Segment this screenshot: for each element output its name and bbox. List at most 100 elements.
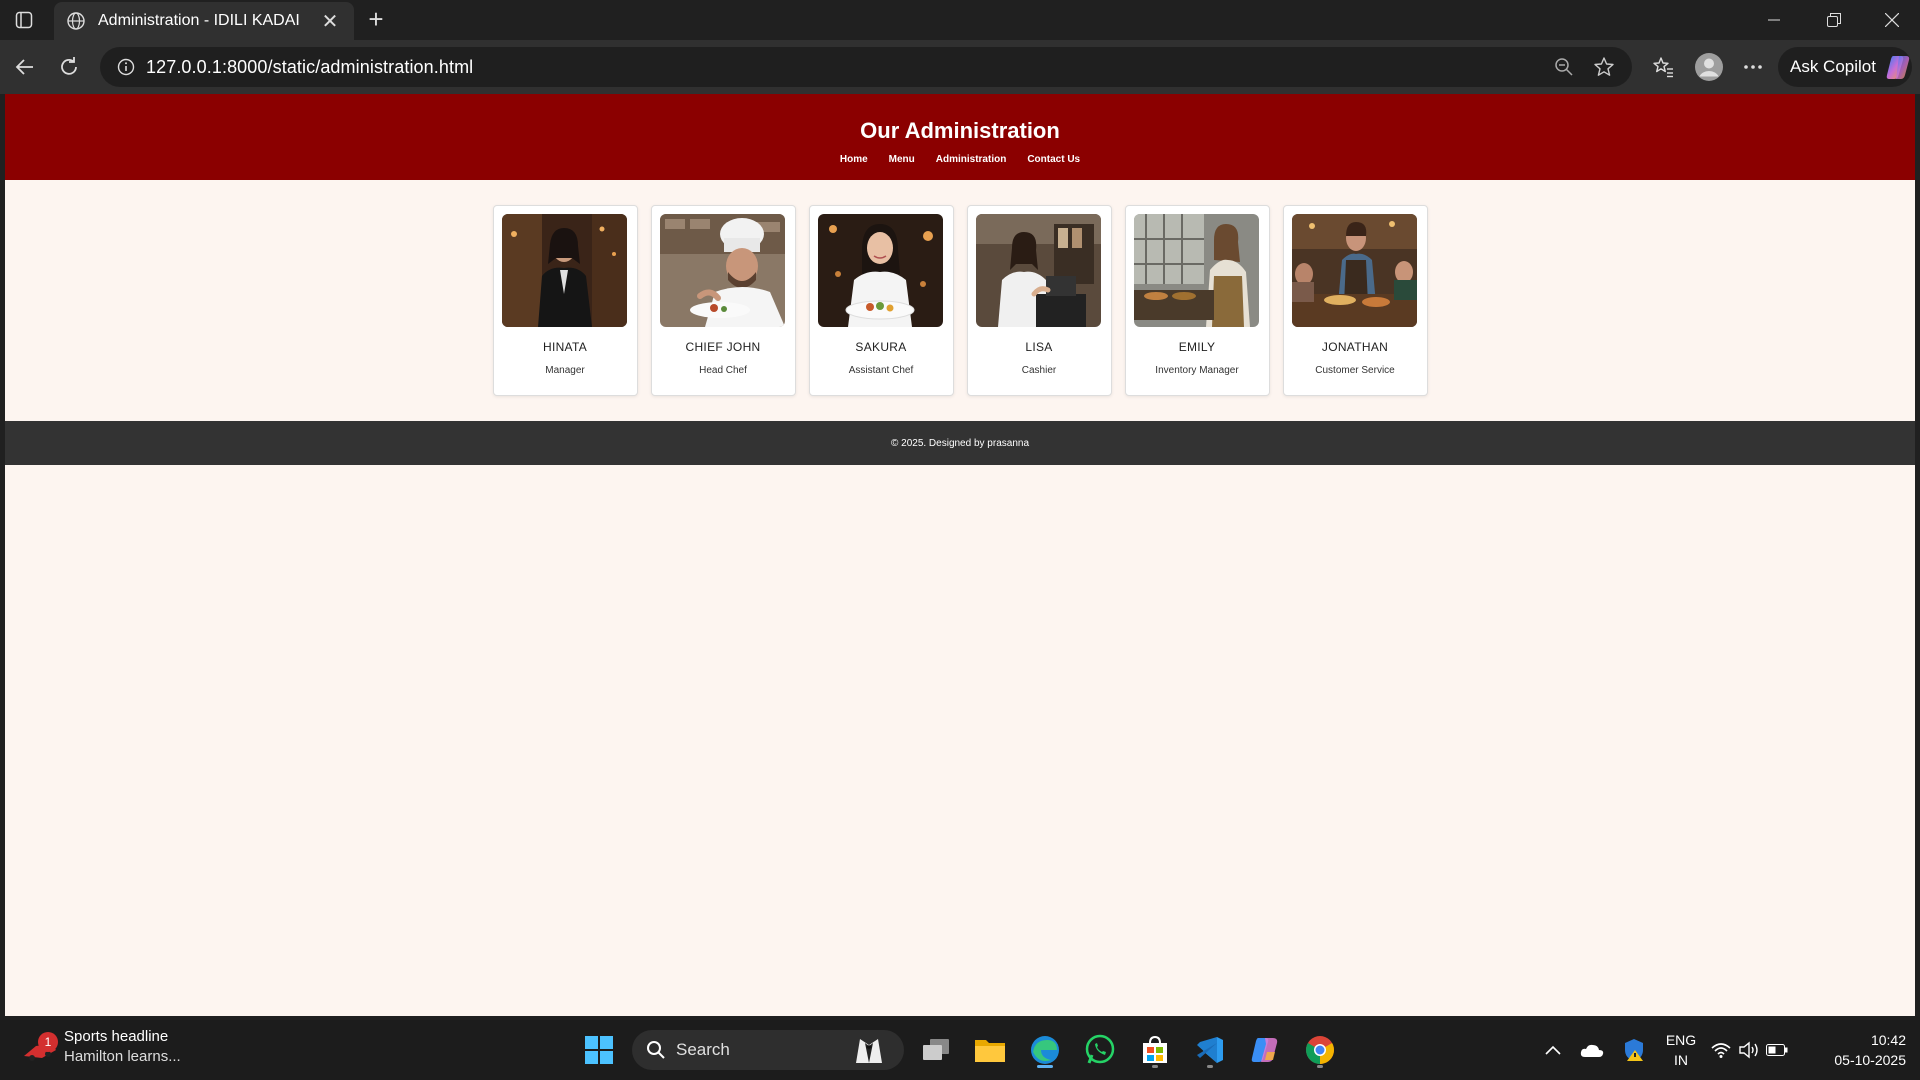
tuxedo-icon: [856, 1039, 882, 1063]
new-tab-button[interactable]: +: [362, 6, 390, 34]
vscode-button[interactable]: [1190, 1030, 1230, 1070]
staff-photo-emily: [1133, 214, 1259, 327]
copilot-icon: [1886, 56, 1910, 79]
file-explorer-button[interactable]: [970, 1030, 1010, 1070]
staff-name: SAKURA: [855, 340, 907, 354]
staff-role: Manager: [545, 365, 585, 376]
staff-card-jonathan: JONATHAN Customer Service: [1282, 205, 1428, 396]
vscode-icon: [1197, 1037, 1223, 1063]
copilot-app-button[interactable]: [1245, 1030, 1285, 1070]
nav-link-home[interactable]: Home: [840, 154, 868, 165]
staff-photo-lisa: [975, 214, 1101, 327]
start-button[interactable]: [579, 1030, 619, 1070]
favorite-star-icon[interactable]: [1584, 47, 1624, 87]
page-title: Our Administration: [860, 118, 1060, 143]
staff-role: Assistant Chef: [848, 365, 914, 376]
nav-link-menu[interactable]: Menu: [889, 154, 915, 165]
staff-name: LISA: [1025, 340, 1053, 354]
language-indicator[interactable]: ENG IN: [1664, 1030, 1698, 1070]
running-indicator: [1207, 1065, 1213, 1068]
globe-icon: [67, 12, 85, 30]
browser-tab[interactable]: Administration - IDILI KADAI ✕: [54, 2, 354, 40]
chrome-button[interactable]: [1300, 1030, 1340, 1070]
minimize-icon: [1768, 19, 1780, 21]
staff-card-sakura: SAKURA Assistant Chef: [808, 205, 954, 396]
tab-actions-icon[interactable]: [0, 0, 48, 40]
news-badge: 1: [38, 1032, 58, 1052]
staff-photo-hinata: [501, 214, 627, 327]
browser-toolbar: 127.0.0.1:8000/static/administration.htm…: [0, 40, 1920, 94]
chevron-up-icon: [1545, 1045, 1561, 1055]
copilot-app-icon: [1251, 1038, 1278, 1062]
store-icon: [1143, 1035, 1167, 1063]
staff-card-lisa: LISA Cashier: [966, 205, 1112, 396]
staff-role: Inventory Manager: [1155, 365, 1239, 376]
url-text[interactable]: 127.0.0.1:8000/static/administration.htm…: [146, 57, 1544, 78]
task-view-button[interactable]: [916, 1030, 956, 1070]
whatsapp-button[interactable]: [1080, 1030, 1120, 1070]
browser-titlebar: Administration - IDILI KADAI ✕ +: [0, 0, 1920, 40]
nav-link-contact[interactable]: Contact Us: [1027, 154, 1080, 165]
site-nav: Home Menu Administration Contact Us: [5, 154, 1915, 165]
tab-close-icon[interactable]: ✕: [318, 9, 342, 34]
whatsapp-icon: [1085, 1034, 1115, 1064]
region-code: IN: [1674, 1052, 1688, 1068]
onedrive-icon[interactable]: [1572, 1030, 1612, 1070]
ms-store-button[interactable]: [1135, 1030, 1175, 1070]
running-indicator: [1317, 1065, 1323, 1068]
close-window-button[interactable]: [1864, 0, 1920, 40]
more-options-icon[interactable]: [1736, 50, 1770, 84]
staff-role: Head Chef: [699, 365, 747, 376]
wifi-icon[interactable]: [1706, 1030, 1736, 1070]
site-info-icon[interactable]: [106, 58, 146, 76]
security-shield-icon[interactable]: [1614, 1030, 1654, 1070]
site-footer: © 2025. Designed by prasanna: [5, 421, 1915, 465]
staff-name: HINATA: [542, 340, 588, 354]
profile-avatar-icon[interactable]: [1692, 50, 1726, 84]
edge-button[interactable]: [1025, 1030, 1065, 1070]
address-bar[interactable]: 127.0.0.1:8000/static/administration.htm…: [100, 47, 1632, 87]
clock-time: 10:42: [1870, 1032, 1906, 1048]
windows-logo-icon: [585, 1036, 613, 1064]
minimize-button[interactable]: [1746, 0, 1802, 40]
taskbar-search[interactable]: Search: [632, 1030, 904, 1070]
show-hidden-icons-button[interactable]: [1533, 1030, 1573, 1070]
staff-role: Cashier: [1021, 365, 1057, 376]
ask-copilot-button[interactable]: Ask Copilot: [1778, 47, 1912, 87]
lang-code: ENG: [1665, 1032, 1697, 1048]
staff-photo-sakura: [817, 214, 943, 327]
active-indicator: [1037, 1065, 1053, 1068]
staff-name: JONATHAN: [1321, 340, 1389, 354]
back-arrow-icon: [15, 59, 33, 75]
search-label: Search: [676, 1040, 730, 1059]
edge-icon: [1031, 1036, 1059, 1064]
staff-name: CHIEF JOHN: [685, 340, 761, 354]
staff-role: Customer Service: [1315, 365, 1395, 376]
back-button[interactable]: [8, 50, 42, 84]
system-clock[interactable]: 10:42 05-10-2025: [1806, 1030, 1906, 1070]
folder-icon: [975, 1040, 1005, 1062]
battery-icon[interactable]: [1762, 1030, 1792, 1070]
page-viewport: Our Administration Home Menu Administrat…: [5, 94, 1915, 1016]
nav-link-administration[interactable]: Administration: [936, 154, 1007, 165]
restore-icon: [1827, 13, 1841, 27]
staff-name: EMILY: [1178, 340, 1216, 354]
news-widget[interactable]: 1 Sports headline Hamilton learns...: [22, 1028, 181, 1065]
running-indicator: [1152, 1065, 1158, 1068]
staff-cards: HINATA Manager CHIEF JOHN Head Chef SAKU…: [5, 205, 1915, 396]
volume-icon[interactable]: [1734, 1030, 1764, 1070]
favorites-icon[interactable]: [1646, 50, 1680, 84]
zoom-out-icon[interactable]: [1544, 47, 1584, 87]
task-view-icon: [923, 1039, 949, 1060]
clock-date: 05-10-2025: [1834, 1052, 1906, 1068]
site-header: Our Administration Home Menu Administrat…: [5, 94, 1915, 180]
footer-text: © 2025. Designed by prasanna: [890, 437, 1030, 449]
tab-title: Administration - IDILI KADAI: [98, 12, 300, 29]
news-title: Sports headline: [64, 1028, 169, 1045]
refresh-button[interactable]: [52, 50, 86, 84]
refresh-icon: [61, 57, 77, 75]
news-subtitle: Hamilton learns...: [64, 1048, 181, 1065]
staff-photo-chief-john: [659, 214, 785, 327]
staff-photo-jonathan: [1291, 214, 1417, 327]
restore-button[interactable]: [1806, 0, 1862, 40]
